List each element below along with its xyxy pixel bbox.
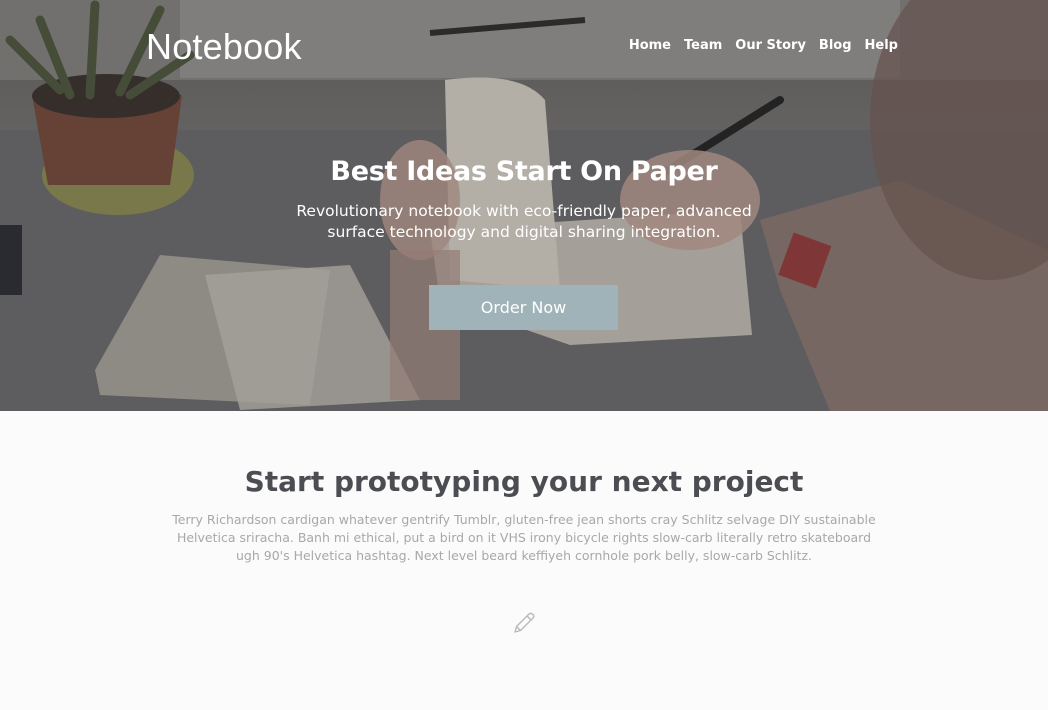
order-now-button[interactable]: Order Now — [429, 285, 618, 330]
section-title: Start prototyping your next project — [244, 465, 804, 498]
nav-link-help[interactable]: Help — [865, 38, 898, 53]
section-text: Terry Richardson cardigan whatever gentr… — [172, 512, 876, 563]
hero-banner: Notebook Home Team Our Story Blog Help B… — [0, 0, 1048, 411]
nav-link-our-story[interactable]: Our Story — [735, 38, 806, 53]
hero-title: Best Ideas Start On Paper — [330, 156, 718, 187]
nav-menu: Home Team Our Story Blog Help — [629, 38, 898, 53]
site-logo[interactable]: Notebook — [146, 26, 302, 68]
hero-subtitle: Revolutionary notebook with eco-friendly… — [296, 202, 752, 241]
nav-link-team[interactable]: Team — [684, 38, 722, 53]
intro-section: Start prototyping your next project Terr… — [0, 411, 1048, 710]
pencil-icon — [514, 612, 535, 633]
hero-content: Best Ideas Start On Paper Revolutionary … — [0, 156, 1048, 243]
nav-link-blog[interactable]: Blog — [819, 38, 852, 53]
top-navigation: Notebook Home Team Our Story Blog Help — [0, 0, 1048, 90]
nav-link-home[interactable]: Home — [629, 38, 671, 53]
